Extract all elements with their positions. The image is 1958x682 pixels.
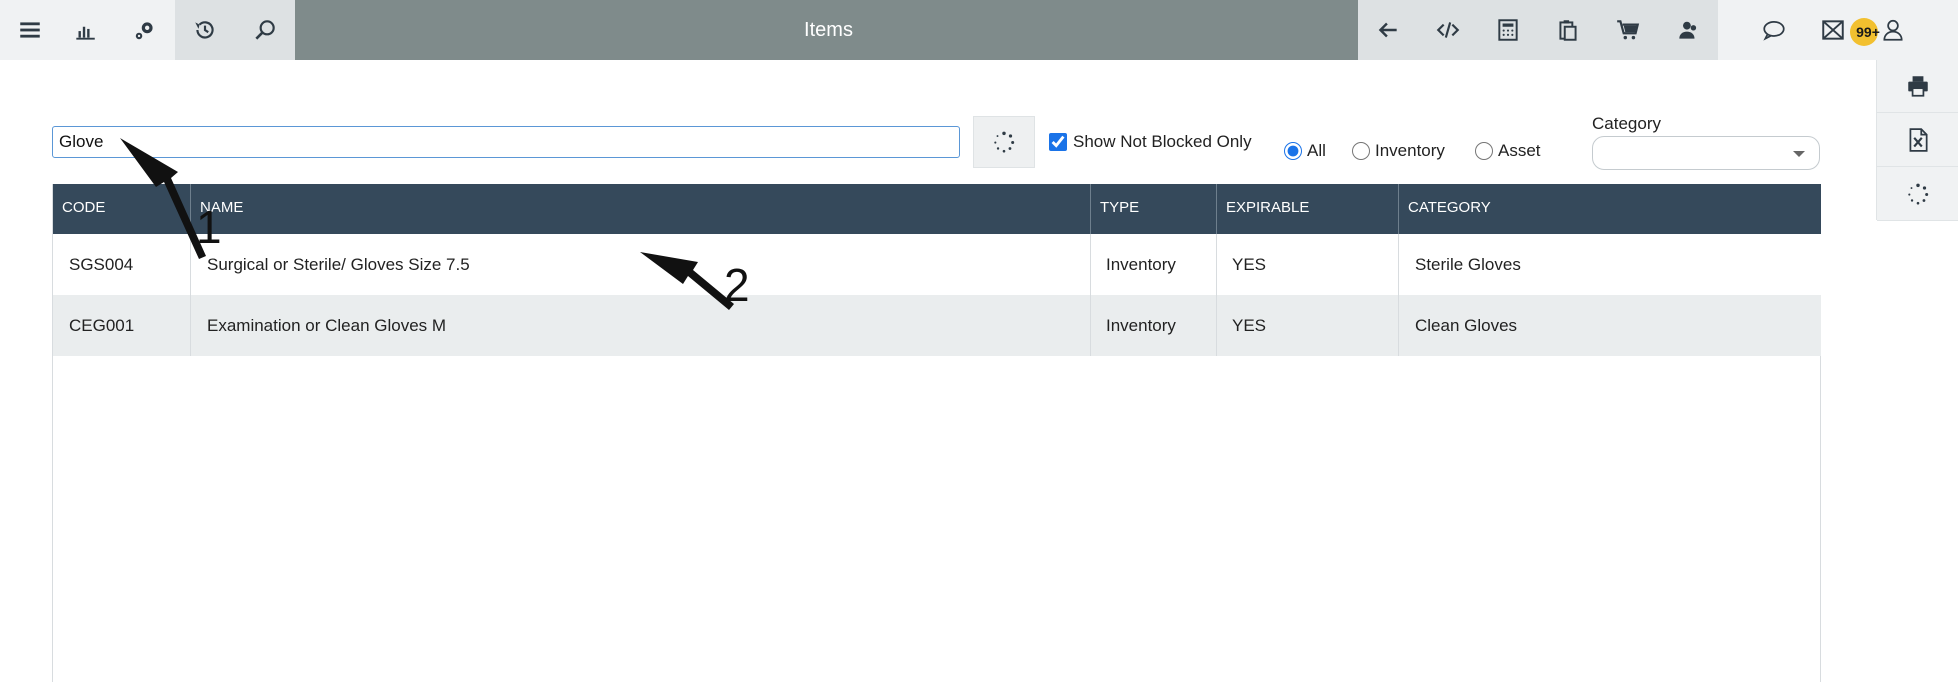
spinner-icon [994, 131, 1015, 153]
type-radio-all[interactable]: All [1284, 141, 1326, 161]
gear-icon[interactable] [115, 0, 175, 60]
show-not-blocked-checkbox[interactable] [1049, 133, 1067, 151]
table-row[interactable]: CEG001 Examination or Clean Gloves M Inv… [53, 295, 1821, 356]
cell-expirable: YES [1217, 295, 1399, 356]
page-title: Items [804, 18, 853, 41]
history-icon[interactable] [175, 0, 235, 60]
bar-chart-icon[interactable] [55, 0, 115, 60]
column-header-code[interactable]: CODE [53, 184, 191, 234]
cell-type: Inventory [1091, 234, 1217, 295]
category-label: Category [1592, 114, 1661, 133]
type-radio-inventory[interactable]: Inventory [1352, 141, 1445, 161]
menu-icon[interactable] [0, 0, 60, 60]
search-refresh-button[interactable] [973, 116, 1035, 168]
side-action-panel [1876, 60, 1958, 221]
type-radio-asset[interactable]: Asset [1475, 141, 1541, 161]
cell-code: SGS004 [53, 234, 191, 295]
top-toolbar: Items 99+ [0, 0, 1958, 60]
code-icon[interactable] [1418, 0, 1478, 60]
annotation-label-1: 1 [196, 201, 222, 253]
column-header-category[interactable]: CATEGORY [1399, 184, 1821, 234]
cell-category: Clean Gloves [1415, 316, 1518, 335]
table-row[interactable]: SGS004 Surgical or Sterile/ Gloves Size … [53, 234, 1821, 295]
column-header-expirable[interactable]: EXPIRABLE [1217, 184, 1399, 234]
cell-name: Examination or Clean Gloves M [191, 295, 1091, 356]
back-arrow-icon[interactable] [1358, 0, 1418, 60]
annotation-label-2: 2 [724, 259, 750, 311]
cell-code: CEG001 [53, 295, 191, 356]
cell-category: Sterile Gloves [1415, 255, 1521, 274]
search-input[interactable] [52, 126, 960, 158]
print-icon[interactable] [1877, 60, 1958, 113]
refresh-icon[interactable] [1877, 168, 1958, 221]
type-radio-all-label: All [1307, 141, 1326, 160]
chevron-down-icon [1793, 151, 1805, 157]
search-icon[interactable] [235, 0, 295, 60]
clipboard-icon[interactable] [1538, 0, 1598, 60]
type-radio-all-input[interactable] [1284, 142, 1302, 160]
show-not-blocked-label: Show Not Blocked Only [1073, 132, 1252, 151]
type-radio-asset-label: Asset [1498, 141, 1541, 160]
table-header: CODE NAME TYPE EXPIRABLE CATEGORY [53, 184, 1821, 234]
column-header-type[interactable]: TYPE [1091, 184, 1217, 234]
column-header-name[interactable]: NAME [191, 184, 1091, 234]
excel-icon[interactable] [1877, 114, 1958, 167]
type-radio-asset-input[interactable] [1475, 142, 1493, 160]
title-bar: Items [295, 0, 1362, 60]
show-not-blocked-toggle[interactable]: Show Not Blocked Only [1049, 132, 1252, 152]
type-radio-inventory-label: Inventory [1375, 141, 1445, 160]
type-radio-inventory-input[interactable] [1352, 142, 1370, 160]
chat-icon[interactable] [1744, 0, 1804, 60]
cell-expirable: YES [1217, 234, 1399, 295]
cell-type: Inventory [1091, 295, 1217, 356]
cell-name: Surgical or Sterile/ Gloves Size 7.5 [191, 234, 1091, 295]
items-table: CODE NAME TYPE EXPIRABLE CATEGORY SGS004… [52, 184, 1821, 682]
user-icon[interactable] [1868, 0, 1918, 60]
calculator-icon[interactable] [1478, 0, 1538, 60]
cart-icon[interactable] [1598, 0, 1658, 60]
category-select[interactable] [1592, 136, 1820, 170]
user-group-icon[interactable] [1658, 0, 1718, 60]
